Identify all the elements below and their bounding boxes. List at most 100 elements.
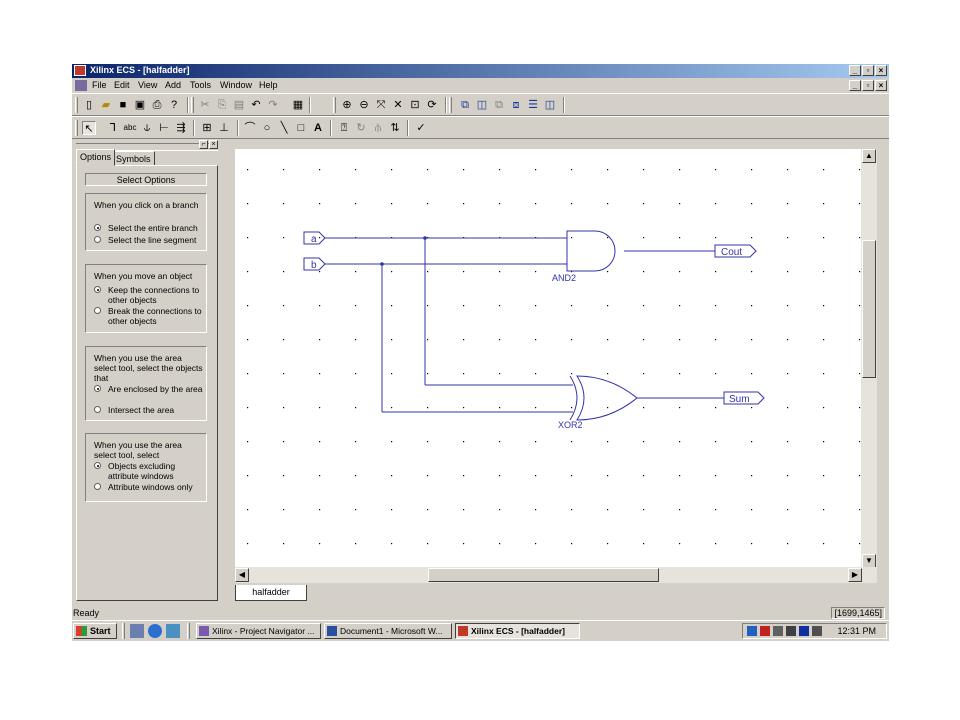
toolbar-grip[interactable] [191, 97, 194, 113]
panel-close-button[interactable]: × [209, 140, 218, 149]
hierarchy-pop-icon[interactable]: ◫ [475, 98, 489, 112]
print-icon[interactable]: ⎙ [150, 98, 164, 112]
toolbar-grip[interactable] [333, 97, 336, 113]
help-pointer-icon[interactable]: ? [167, 98, 181, 112]
refresh-icon[interactable]: ⟳ [425, 98, 439, 112]
outlook-express-icon[interactable] [166, 624, 180, 638]
zoom-out-icon[interactable]: ⊖ [357, 98, 371, 112]
mdi-minimize-button[interactable]: _ [849, 80, 861, 91]
task-xilinx-ecs[interactable]: Xilinx ECS - [halfadder] [455, 623, 580, 639]
show-desktop-icon[interactable] [130, 624, 144, 638]
swap-icon[interactable]: ⇅ [388, 121, 402, 135]
task-word-document[interactable]: Document1 - Microsoft W... [324, 623, 452, 639]
tray-search-icon[interactable] [747, 626, 757, 636]
grid-dot [679, 543, 681, 545]
schematic-canvas[interactable]: a b Cout Sum AND2 XOR2 [235, 149, 861, 568]
scroll-right-button[interactable]: ▶ [848, 568, 862, 582]
rectangle-icon[interactable]: □ [294, 121, 308, 135]
maximize-button[interactable]: ▫ [862, 65, 874, 76]
document-system-icon[interactable] [75, 80, 87, 91]
select-arrow-icon[interactable]: ↖ [82, 121, 96, 135]
mdi-close-button[interactable]: × [875, 80, 887, 91]
menu-window[interactable]: Window [220, 80, 252, 90]
toolbar-grip[interactable] [449, 97, 452, 113]
radio-button[interactable] [94, 224, 101, 231]
menu-edit[interactable]: Edit [114, 80, 130, 90]
circle-icon[interactable]: ○ [260, 121, 274, 135]
title-bar[interactable]: Xilinx ECS - [halfadder] _ ▫ × [72, 64, 889, 78]
zoom-selection-icon[interactable]: ⊡ [408, 98, 422, 112]
copy-icon[interactable]: ⎘ [215, 98, 229, 112]
mdi-restore-button[interactable]: ▫ [862, 80, 874, 91]
tray-io-icon[interactable] [799, 626, 809, 636]
tab-symbols[interactable]: Symbols [112, 151, 155, 166]
tray-printer-icon[interactable] [812, 626, 822, 636]
grid-dot [427, 441, 429, 443]
zoom-fit-icon[interactable]: ✕ [391, 98, 405, 112]
wire-icon[interactable]: ⅂ [106, 121, 120, 135]
mirror-icon[interactable]: ⫛ [371, 121, 385, 135]
task-project-navigator[interactable]: Xilinx - Project Navigator ... [196, 623, 321, 639]
xilinx-app-icon[interactable] [74, 65, 86, 76]
new-icon[interactable]: ▯ [82, 98, 96, 112]
cut-icon[interactable]: ✂ [198, 98, 212, 112]
minimize-button[interactable]: _ [849, 65, 861, 76]
save-icon[interactable]: ■ [116, 98, 130, 112]
internet-explorer-icon[interactable] [148, 624, 162, 638]
radio-button[interactable] [94, 236, 101, 243]
tile-horizontal-icon[interactable]: ☰ [526, 98, 540, 112]
scroll-left-button[interactable]: ◀ [235, 568, 249, 582]
scroll-up-button[interactable]: ▲ [862, 149, 876, 163]
vertical-scrollbar[interactable]: ▲ ▼ [861, 149, 877, 568]
line-icon[interactable]: ╲ [277, 121, 291, 135]
sheet-icon[interactable]: ⧈ [509, 98, 523, 112]
toolbar-grip[interactable] [75, 97, 78, 113]
document-tab-halfadder[interactable]: halfadder [235, 585, 307, 601]
scroll-down-button[interactable]: ▼ [862, 554, 876, 568]
check-icon[interactable]: ✓ [414, 121, 428, 135]
radio-button[interactable] [94, 385, 101, 392]
panel-restore-button[interactable]: ⌐ [199, 140, 208, 149]
save-all-icon[interactable]: ▣ [133, 98, 147, 112]
close-button[interactable]: × [875, 65, 887, 76]
arc-icon[interactable]: ⌒ [243, 121, 257, 135]
radio-button[interactable] [94, 483, 101, 490]
menu-file[interactable]: File [92, 80, 107, 90]
menu-add[interactable]: Add [165, 80, 181, 90]
menu-tools[interactable]: Tools [190, 80, 211, 90]
tile-vertical-icon[interactable]: ◫ [543, 98, 557, 112]
radio-button[interactable] [94, 286, 101, 293]
attribute-icon[interactable]: ⍰ [337, 121, 351, 135]
tray-shield-icon[interactable] [760, 626, 770, 636]
io-marker-icon[interactable]: ⇶ [174, 121, 188, 135]
vertical-scroll-thumb[interactable] [862, 240, 876, 378]
add-symbol-icon[interactable]: ⊞ [200, 121, 214, 135]
text-icon[interactable]: A [311, 121, 325, 135]
zoom-full-icon[interactable]: ⤧ [374, 98, 388, 112]
bus-name-icon[interactable]: ⫝ [140, 121, 154, 135]
menu-view[interactable]: View [138, 80, 157, 90]
undo-icon[interactable]: ↶ [249, 98, 263, 112]
start-button[interactable]: Start [73, 623, 117, 639]
horizontal-scroll-thumb[interactable] [428, 568, 659, 582]
hierarchy-push-icon[interactable]: ⧉ [458, 98, 472, 112]
find-icon[interactable]: ▦ [291, 98, 305, 112]
toolbar-grip[interactable] [75, 120, 78, 136]
bus-tap-icon[interactable]: ⊢ [157, 121, 171, 135]
redo-icon[interactable]: ↷ [266, 98, 280, 112]
symbol-icon[interactable]: ⧉ [492, 98, 506, 112]
tray-connection-icon[interactable] [786, 626, 796, 636]
tab-options[interactable]: Options [76, 149, 116, 166]
radio-button[interactable] [94, 462, 101, 469]
horizontal-scrollbar[interactable]: ◀ ▶ [235, 567, 877, 583]
menu-help[interactable]: Help [259, 80, 278, 90]
radio-button[interactable] [94, 406, 101, 413]
open-icon[interactable]: ▰ [99, 98, 113, 112]
rotate-icon[interactable]: ↻ [354, 121, 368, 135]
paste-icon[interactable]: ▤ [232, 98, 246, 112]
radio-button[interactable] [94, 307, 101, 314]
add-pin-icon[interactable]: ⊥ [217, 121, 231, 135]
zoom-in-icon[interactable]: ⊕ [340, 98, 354, 112]
tray-network-icon[interactable] [773, 626, 783, 636]
net-name-icon[interactable]: abc [123, 121, 137, 135]
